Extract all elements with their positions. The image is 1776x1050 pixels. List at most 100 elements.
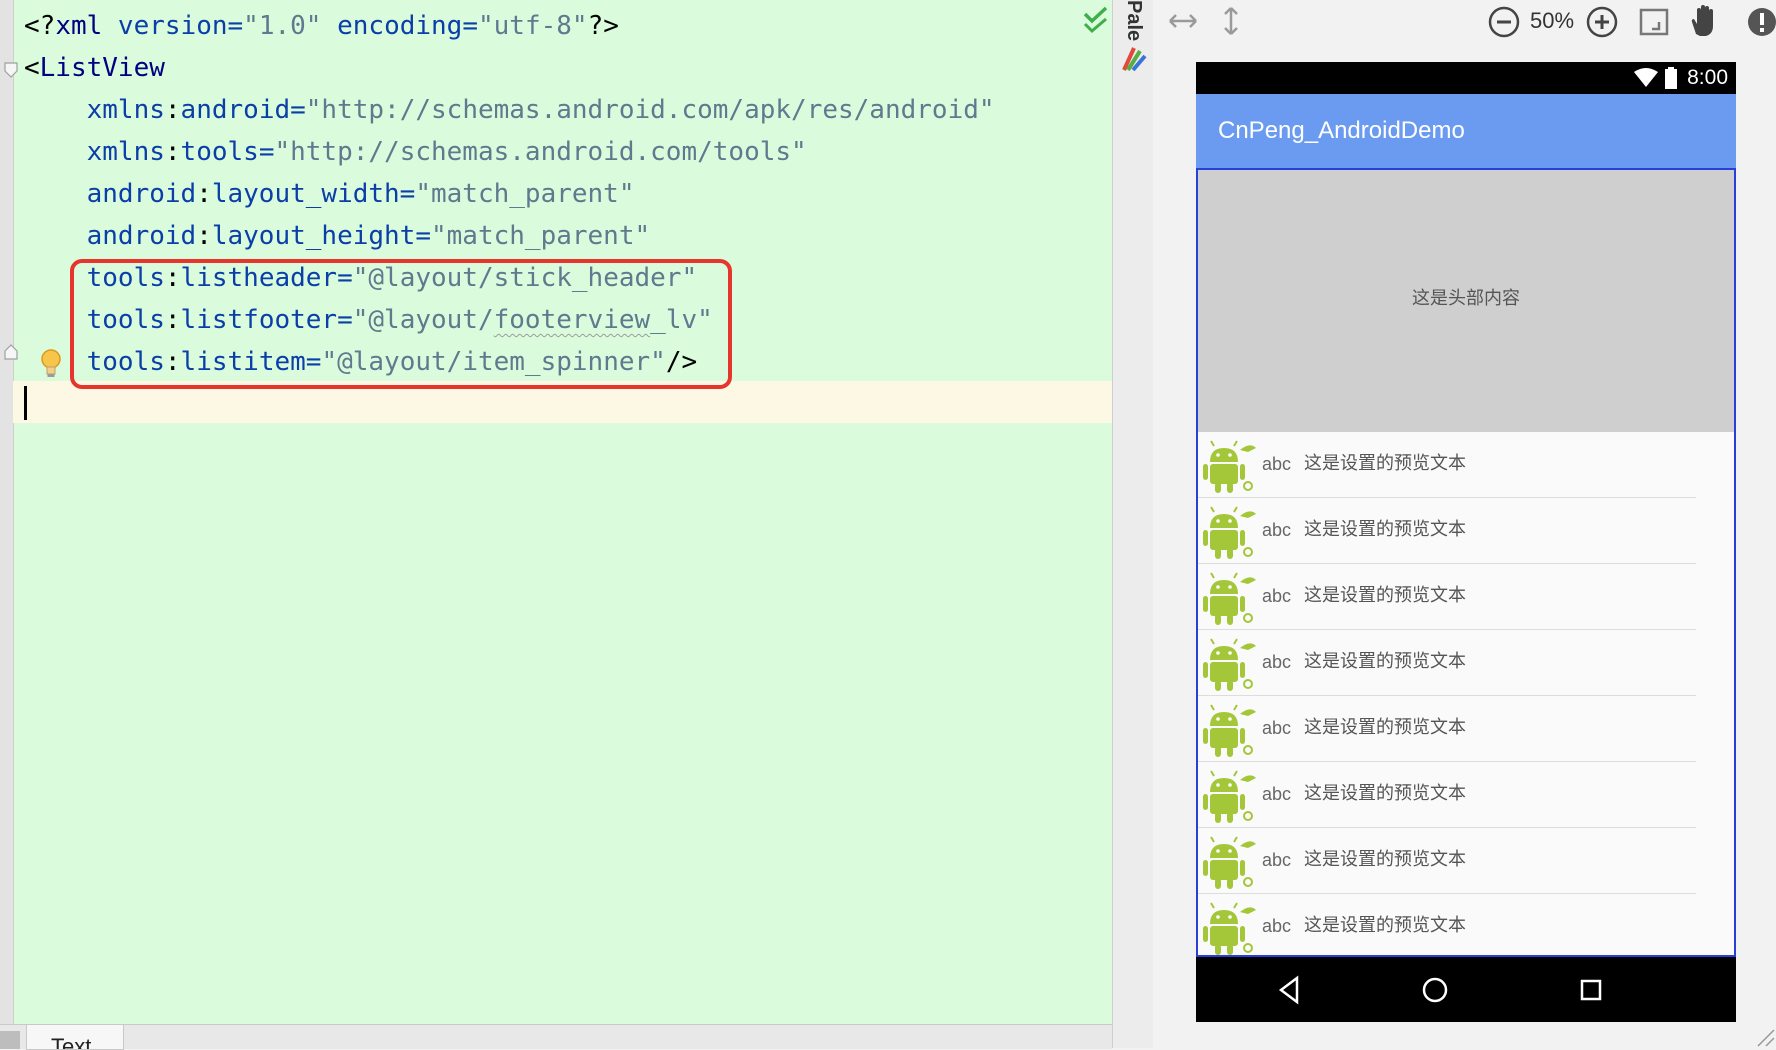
android-robot-icon: [1203, 638, 1256, 691]
list-item-text: 这是设置的预览文本: [1304, 783, 1466, 804]
code-line[interactable]: android:layout_width="match_parent": [24, 174, 635, 214]
code-token: :: [164, 137, 181, 167]
android-robot-icon: [1203, 836, 1256, 889]
highlight-box: [70, 259, 732, 389]
code-token: "match_parent": [415, 179, 635, 209]
list-item-abc: abc: [1262, 652, 1292, 672]
fold-icon[interactable]: [4, 344, 18, 360]
warning-icon[interactable]: [1746, 6, 1776, 38]
code-token: encoding=: [321, 11, 478, 41]
list-item[interactable]: abc 这是设置的预览文本: [1198, 762, 1734, 828]
editor-gutter: [0, 0, 14, 1024]
code-token: layout_height=: [211, 221, 431, 251]
list-item-abc: abc: [1262, 718, 1292, 738]
text-caret: [24, 386, 27, 420]
list-item-text: 这是设置的预览文本: [1304, 651, 1466, 672]
list-item[interactable]: abc 这是设置的预览文本: [1198, 564, 1734, 630]
code-line[interactable]: xmlns:tools="http://schemas.android.com/…: [24, 132, 807, 172]
fold-icon[interactable]: [4, 62, 18, 78]
list-item-text: 这是设置的预览文本: [1304, 453, 1466, 474]
code-token: android: [24, 221, 197, 251]
code-token: android=: [180, 95, 306, 125]
list-item-abc: abc: [1262, 784, 1292, 804]
editor-bottom-tabs: Text: [0, 1024, 1112, 1050]
back-icon[interactable]: [1275, 975, 1305, 1005]
listview[interactable]: 这是头部内容 abc 这是设置的预览文本 abc 这是设置的预览文本 abc 这是设置的预…: [1196, 168, 1736, 957]
code-line[interactable]: <ListView: [24, 48, 165, 88]
code-token: "1.0": [243, 11, 322, 41]
code-token: tools=: [180, 137, 275, 167]
zoom-out-icon[interactable]: [1488, 6, 1520, 38]
android-robot-icon: [1203, 506, 1256, 559]
app-title: CnPeng_AndroidDemo: [1218, 117, 1465, 144]
fit-screen-icon[interactable]: [1638, 6, 1670, 38]
resize-handle-icon[interactable]: [1756, 1028, 1776, 1048]
bulb-icon[interactable]: [38, 348, 64, 380]
code-token: <: [24, 53, 40, 83]
code-token: ListView: [39, 53, 165, 83]
code-line[interactable]: <?xml version="1.0" encoding="utf-8"?>: [24, 6, 619, 46]
code-token: xml: [55, 11, 103, 41]
code-token: :: [196, 179, 212, 209]
palette-tab-label: Pale: [1123, 0, 1144, 42]
list-item-abc: abc: [1262, 850, 1292, 870]
navigation-bar: [1196, 957, 1736, 1022]
list-items: abc 这是设置的预览文本 abc 这是设置的预览文本 abc 这是设置的预览文本 abc 这…: [1198, 432, 1734, 955]
horizontal-arrows-icon[interactable]: [1168, 10, 1198, 32]
code-token: :: [196, 221, 212, 251]
android-robot-icon: [1203, 902, 1256, 955]
app-bar: CnPeng_AndroidDemo: [1196, 94, 1736, 168]
wifi-icon: [1634, 68, 1658, 87]
tab-stub: [0, 1031, 20, 1049]
code-token: xmlns: [24, 95, 165, 125]
list-item[interactable]: abc 这是设置的预览文本: [1198, 696, 1734, 762]
list-item-text: 这是设置的预览文本: [1304, 519, 1466, 540]
code-line[interactable]: android:layout_height="match_parent": [24, 216, 651, 256]
palette-icon[interactable]: [1120, 44, 1148, 72]
check-icon: [1083, 6, 1108, 34]
code-token: "utf-8": [478, 11, 588, 41]
zoom-in-icon[interactable]: [1586, 6, 1618, 38]
android-robot-icon: [1203, 704, 1256, 757]
palette-tab[interactable]: Pale: [1122, 0, 1144, 44]
code-token: <?: [24, 11, 56, 41]
list-item[interactable]: abc 这是设置的预览文本: [1198, 432, 1734, 498]
recents-icon[interactable]: [1576, 975, 1606, 1005]
list-item[interactable]: abc 这是设置的预览文本: [1198, 498, 1734, 564]
tab-text[interactable]: Text: [26, 1025, 124, 1050]
code-token: version=: [102, 11, 244, 41]
list-item-text: 这是设置的预览文本: [1304, 915, 1466, 936]
code-line[interactable]: xmlns:android="http://schemas.android.co…: [24, 90, 995, 130]
list-item-text: 这是设置的预览文本: [1304, 849, 1466, 870]
code-token: xmlns: [24, 137, 165, 167]
xml-editor[interactable]: <?xml version="1.0" encoding="utf-8"?> <L…: [0, 0, 1112, 1024]
code-token: android: [24, 179, 197, 209]
code-token: layout_width=: [211, 179, 416, 209]
code-token: "match_parent": [431, 221, 651, 251]
list-item[interactable]: abc 这是设置的预览文本: [1198, 894, 1734, 955]
zoom-level: 50%: [1530, 8, 1575, 33]
home-icon[interactable]: [1420, 975, 1450, 1005]
android-robot-icon: [1203, 572, 1256, 625]
android-robot-icon: [1203, 770, 1256, 823]
code-token: :: [164, 95, 181, 125]
code-token: "http://schemas.android.com/tools": [274, 137, 807, 167]
list-item-text: 这是设置的预览文本: [1304, 717, 1466, 738]
battery-icon: [1665, 67, 1677, 89]
palette-sidebar: [1112, 0, 1154, 1048]
list-item-abc: abc: [1262, 520, 1292, 540]
list-item-text: 这是设置的预览文本: [1304, 585, 1466, 606]
vertical-arrows-icon[interactable]: [1220, 6, 1242, 36]
list-item-abc: abc: [1262, 454, 1292, 474]
list-header: 这是头部内容: [1198, 170, 1734, 432]
device-frame: 8:00 CnPeng_AndroidDemo 这是头部内容 abc 这是设置的预…: [1196, 62, 1736, 1022]
android-robot-icon: [1203, 440, 1256, 493]
code-token: "http://schemas.android.com/apk/res/andr…: [305, 95, 995, 125]
list-header-text: 这是头部内容: [1412, 288, 1520, 309]
list-item[interactable]: abc 这是设置的预览文本: [1198, 828, 1734, 894]
status-time: 8:00: [1687, 66, 1728, 89]
code-token: ?>: [587, 11, 619, 41]
list-item-abc: abc: [1262, 586, 1292, 606]
hand-pan-icon[interactable]: [1688, 4, 1720, 38]
list-item[interactable]: abc 这是设置的预览文本: [1198, 630, 1734, 696]
